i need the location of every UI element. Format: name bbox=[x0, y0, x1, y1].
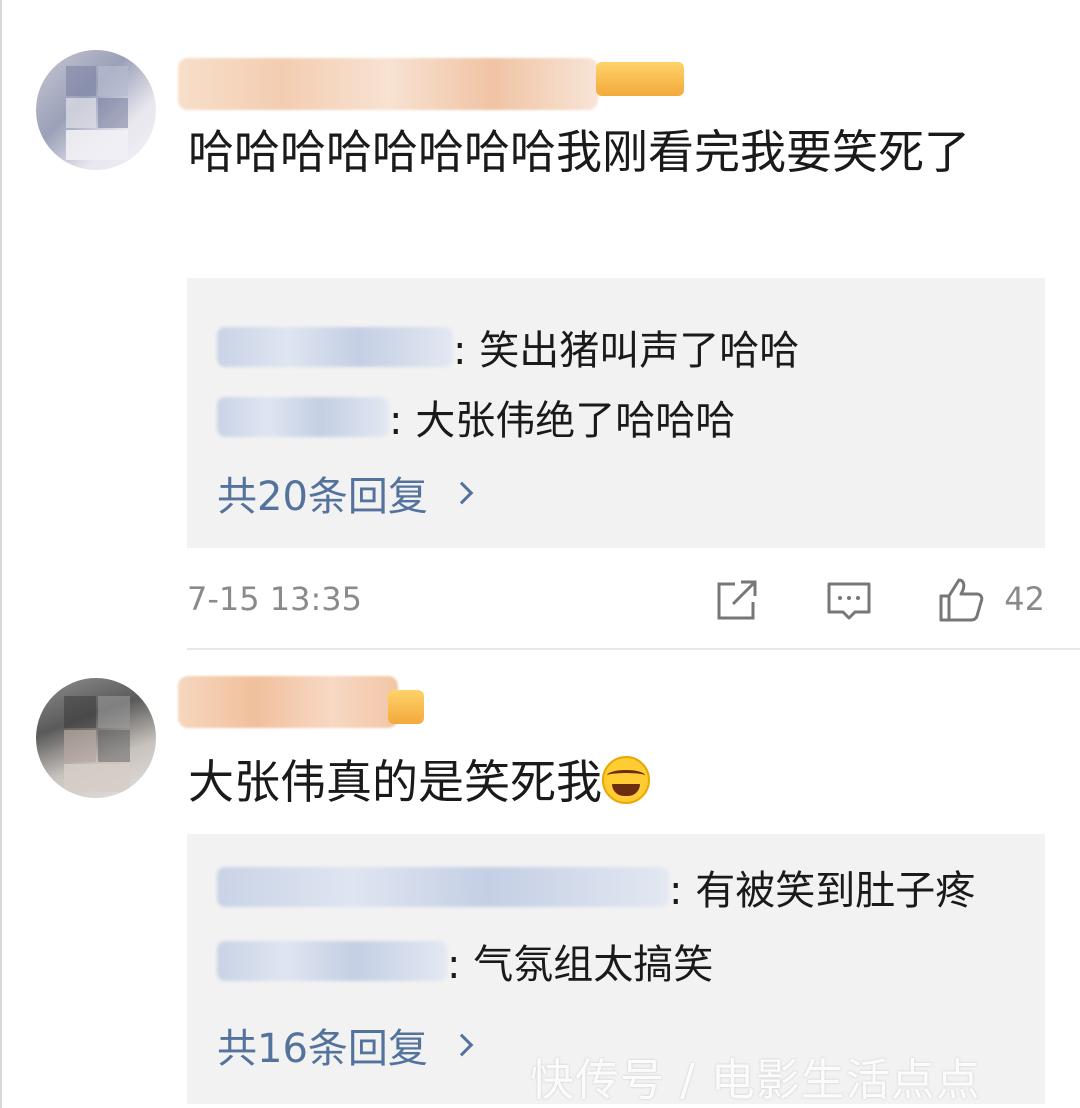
reply-username-blurred[interactable] bbox=[217, 941, 447, 981]
reply-item[interactable]: : 有被笑到肚子疼 bbox=[217, 860, 975, 914]
reply-username-blurred[interactable] bbox=[217, 327, 453, 367]
avatar[interactable] bbox=[36, 50, 156, 170]
like-count: 42 bbox=[1004, 580, 1045, 618]
reply-username-blurred[interactable] bbox=[217, 867, 669, 907]
username-blurred[interactable] bbox=[178, 58, 598, 110]
member-badge bbox=[388, 690, 424, 724]
username-blurred[interactable] bbox=[178, 676, 398, 728]
comment-meta: 7-15 13:35 42 bbox=[187, 570, 1045, 630]
reply-text: : 大张伟绝了哈哈哈 bbox=[389, 398, 736, 444]
avatar[interactable] bbox=[36, 678, 156, 798]
reply-username-blurred[interactable] bbox=[217, 397, 389, 437]
view-replies-link[interactable]: 共16条回复 bbox=[217, 1016, 474, 1074]
view-replies-label: 共20条回复 bbox=[217, 474, 428, 520]
comment-text-content: 大张伟真的是笑死我 bbox=[188, 755, 602, 809]
reply-text: : 有被笑到肚子疼 bbox=[669, 868, 976, 914]
comment-icon bbox=[827, 582, 871, 620]
comment-button[interactable] bbox=[823, 574, 875, 626]
share-icon bbox=[717, 580, 757, 620]
laughing-tears-icon bbox=[602, 756, 650, 804]
watermark: 快传号 / 电影生活点点 bbox=[530, 1055, 981, 1106]
reply-text: : 笑出猪叫声了哈哈 bbox=[453, 328, 800, 374]
view-replies-label: 共16条回复 bbox=[217, 1026, 428, 1072]
comment-text: 哈哈哈哈哈哈哈哈我刚看完我要笑死了 bbox=[188, 125, 970, 179]
reply-item[interactable]: : 大张伟绝了哈哈哈 bbox=[217, 390, 735, 444]
like-button[interactable] bbox=[935, 574, 987, 626]
reply-preview-box[interactable]: : 笑出猪叫声了哈哈 : 大张伟绝了哈哈哈 共20条回复 bbox=[187, 278, 1045, 548]
reply-text: : 气氛组太搞笑 bbox=[447, 942, 714, 988]
left-border bbox=[0, 0, 2, 1108]
share-button[interactable] bbox=[711, 574, 763, 626]
view-replies-link[interactable]: 共20条回复 bbox=[217, 464, 474, 522]
chevron-right-icon bbox=[450, 481, 474, 505]
timestamp: 7-15 13:35 bbox=[187, 580, 363, 618]
thumbs-up-icon bbox=[939, 578, 984, 622]
reply-item[interactable]: : 气氛组太搞笑 bbox=[217, 934, 713, 988]
comment-text: 大张伟真的是笑死我 bbox=[188, 750, 1038, 814]
comment-list: 哈哈哈哈哈哈哈哈我刚看完我要笑死了 : 笑出猪叫声了哈哈 : 大张伟绝了哈哈哈 … bbox=[0, 0, 1080, 1108]
member-badge bbox=[596, 62, 684, 96]
reply-item[interactable]: : 笑出猪叫声了哈哈 bbox=[217, 320, 799, 374]
chevron-right-icon bbox=[450, 1033, 474, 1057]
divider bbox=[187, 648, 1080, 650]
